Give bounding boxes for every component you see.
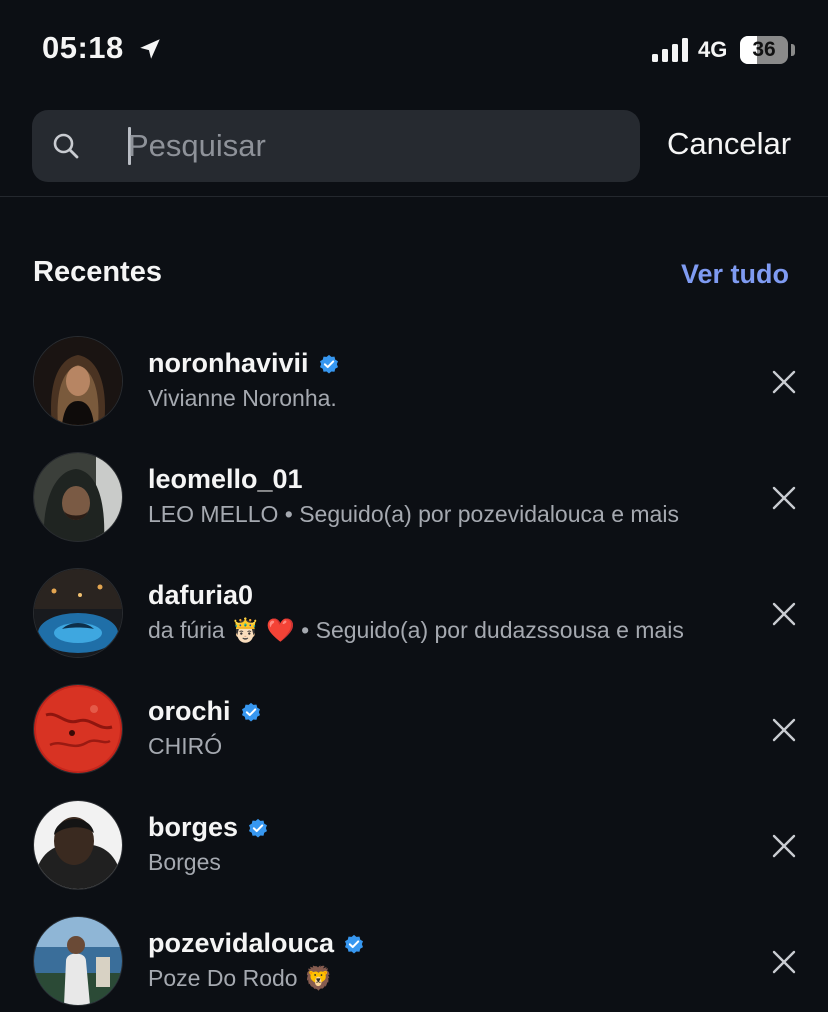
location-arrow-icon (140, 39, 160, 59)
list-item-borges[interactable]: borges Borges (0, 794, 828, 910)
username-text: leomello_01 (148, 464, 303, 494)
username: orochi (148, 696, 262, 727)
search-screen: 05:18 4G 36 Cancelar Recentes Ver t (0, 0, 828, 1012)
username: borges (148, 812, 269, 843)
username-text: orochi (148, 696, 231, 726)
full-name: Borges (148, 849, 221, 875)
full-name: Poze Do Rodo 🦁 (148, 965, 333, 991)
avatar[interactable] (34, 801, 122, 889)
avatar[interactable] (34, 453, 122, 541)
list-item-pozevidalouca[interactable]: pozevidalouca Poze Do Rodo 🦁 (0, 910, 828, 1012)
list-item-dafuria0[interactable]: dafuria0 da fúria 🤴🏻 ❤️ • Seguido(a) por… (0, 562, 828, 678)
verified-badge-icon (249, 818, 268, 838)
full-name: da fúria 🤴🏻 ❤️ • Seguido(a) por dudazsso… (148, 617, 684, 643)
full-name: Vivianne Noronha. (148, 385, 337, 411)
username: leomello_01 (148, 464, 303, 495)
battery-cap (791, 44, 795, 56)
verified-badge-icon (345, 934, 364, 954)
cancel-button[interactable]: Cancelar (667, 126, 791, 162)
remove-recent-icon[interactable] (771, 949, 797, 975)
remove-recent-icon[interactable] (771, 833, 797, 859)
verified-badge-icon (319, 354, 338, 374)
status-bar: 05:18 4G 36 (0, 0, 828, 96)
see-all-link[interactable]: Ver tudo (681, 259, 789, 290)
recent-list: noronhavivii Vivianne Noronha. leomello_… (0, 330, 828, 1012)
avatar[interactable] (34, 917, 122, 1005)
list-item-orochi[interactable]: orochi CHIRÓ (0, 678, 828, 794)
battery-level: 36 (752, 38, 776, 61)
username: noronhavivii (148, 348, 340, 379)
remove-recent-icon[interactable] (771, 369, 797, 395)
network-type: 4G (698, 37, 728, 62)
search-icon (53, 133, 79, 159)
list-item-leomello_01[interactable]: leomello_01 LEO MELLO • Seguido(a) por p… (0, 446, 828, 562)
recent-section-title: Recentes (33, 256, 162, 288)
status-time: 05:18 (42, 30, 124, 65)
avatar[interactable] (34, 685, 122, 773)
header-divider (0, 196, 828, 197)
username-text: pozevidalouca (148, 928, 335, 958)
search-input[interactable] (128, 124, 618, 168)
username-text: dafuria0 (148, 580, 254, 610)
search-field[interactable] (32, 110, 640, 182)
username-text: noronhavivii (148, 348, 309, 378)
remove-recent-icon[interactable] (771, 601, 797, 627)
full-name: LEO MELLO • Seguido(a) por pozevidalouca… (148, 501, 679, 527)
verified-badge-icon (241, 702, 260, 722)
remove-recent-icon[interactable] (771, 717, 797, 743)
full-name: CHIRÓ (148, 733, 223, 759)
remove-recent-icon[interactable] (771, 485, 797, 511)
battery-icon: 36 (740, 36, 788, 64)
list-item-noronhavivii[interactable]: noronhavivii Vivianne Noronha. (0, 330, 828, 446)
username: dafuria0 (148, 580, 253, 611)
username: pozevidalouca (148, 928, 365, 959)
username-text: borges (148, 812, 239, 842)
cellular-signal-icon (652, 38, 688, 62)
avatar[interactable] (34, 337, 122, 425)
avatar[interactable] (34, 569, 122, 657)
